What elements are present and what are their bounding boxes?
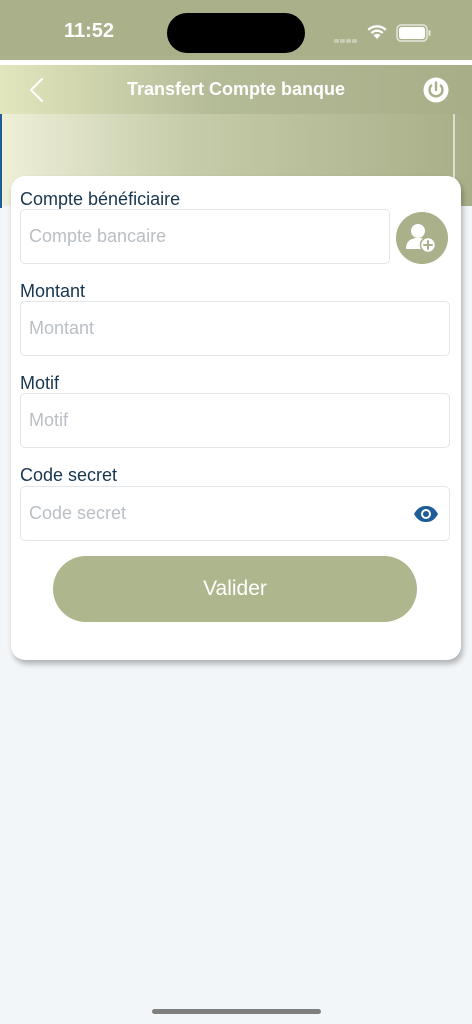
beneficiary-account-input[interactable] bbox=[21, 210, 389, 263]
amount-label: Montant bbox=[20, 281, 86, 301]
status-time: 11:52 bbox=[64, 20, 115, 42]
power-icon bbox=[423, 77, 449, 103]
add-contact-icon bbox=[406, 224, 437, 254]
status-bar: 11:52 bbox=[0, 0, 472, 60]
cellular-signal-icon bbox=[334, 30, 358, 48]
reason-label: Motif bbox=[20, 373, 60, 393]
battery-icon bbox=[396, 24, 431, 42]
password-visibility-toggle[interactable] bbox=[413, 503, 439, 525]
reason-input[interactable] bbox=[21, 394, 449, 447]
submit-button[interactable]: Valider bbox=[53, 556, 417, 622]
reason-field-box bbox=[20, 393, 450, 448]
beneficiary-field-box bbox=[20, 209, 390, 264]
beneficiary-label: Compte bénéficiaire bbox=[20, 189, 181, 209]
secret-code-field-box bbox=[20, 486, 450, 541]
home-indicator bbox=[152, 1009, 321, 1014]
secret-code-label: Code secret bbox=[20, 465, 118, 485]
eye-icon bbox=[414, 506, 438, 522]
app-header: Transfert Compte banque bbox=[0, 65, 472, 114]
wifi-icon bbox=[367, 25, 387, 39]
transfer-form-card: Compte bénéficiaire Montant Motif Code s… bbox=[11, 176, 461, 660]
amount-field-box bbox=[20, 301, 450, 356]
add-contact-button[interactable] bbox=[396, 212, 448, 264]
secret-code-input[interactable] bbox=[21, 487, 449, 540]
amount-input[interactable] bbox=[21, 302, 449, 355]
power-button[interactable] bbox=[422, 76, 450, 104]
banner-edge bbox=[0, 114, 2, 208]
dynamic-island bbox=[167, 13, 305, 53]
page-title: Transfert Compte banque bbox=[126, 79, 346, 99]
